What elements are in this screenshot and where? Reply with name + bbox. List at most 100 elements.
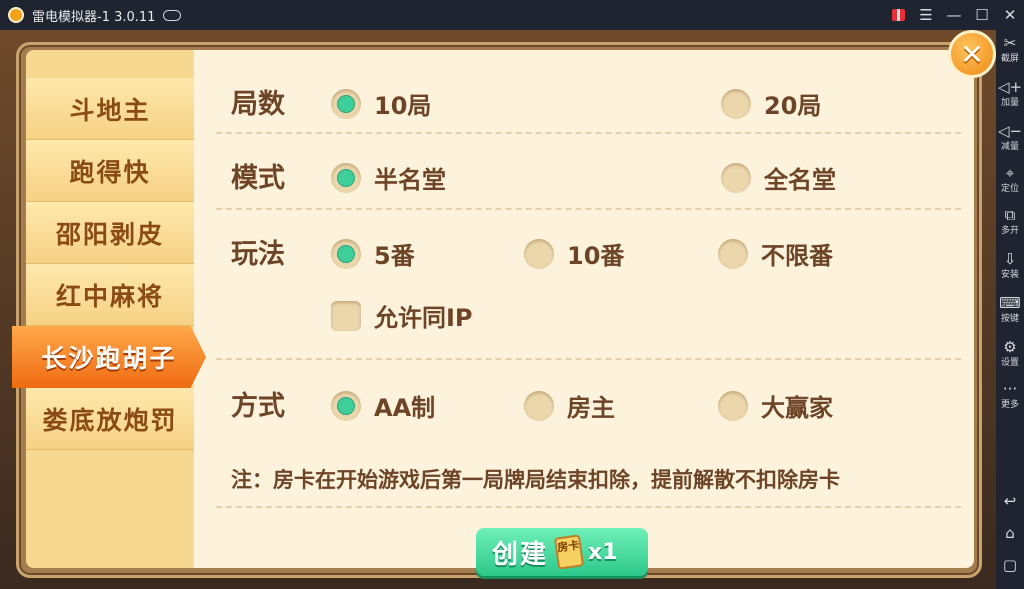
room-card-count: x1 <box>588 539 618 565</box>
allow-same-ip-option[interactable]: 允许同IP <box>331 298 473 333</box>
radio-selected[interactable] <box>331 390 361 421</box>
game-type-menu: 斗地主 跑得快 邵阳剥皮 红中麻将 娄底放炮罚 <box>26 50 194 568</box>
scissors-icon: ✂ <box>1003 34 1017 52</box>
radio-unselected[interactable] <box>718 390 748 421</box>
option-label: 5番 <box>374 242 415 270</box>
sidebar-item-label: 加量 <box>1000 98 1019 108</box>
radio-unselected[interactable] <box>524 390 554 421</box>
payment-option-aa[interactable]: AA制 <box>331 388 435 423</box>
sidebar-item-volume-down[interactable]: ◁− 减量 <box>996 122 1024 152</box>
sidebar-item-settings[interactable]: ⚙ 设置 <box>996 338 1024 368</box>
minimize-icon: — <box>946 6 962 24</box>
option-label: 10番 <box>567 242 625 270</box>
keyboard-icon: ⌨ <box>999 294 1021 312</box>
close-window-button[interactable]: ✕ <box>996 0 1024 30</box>
gift-icon <box>891 9 905 21</box>
sidebar-item-label: 更多 <box>1000 400 1019 410</box>
gamepad-icon[interactable] <box>163 9 182 21</box>
payment-option-winner[interactable]: 大赢家 <box>718 388 833 423</box>
payment-option-host[interactable]: 房主 <box>524 388 615 423</box>
play-option-10fan[interactable]: 10番 <box>524 236 624 271</box>
option-label: 允许同IP <box>374 304 473 332</box>
mode-option-half[interactable]: 半名堂 <box>331 160 446 195</box>
more-dots-icon: ··· <box>1002 380 1018 398</box>
nav-back-button[interactable]: ↩ <box>996 492 1024 512</box>
option-label: 大赢家 <box>761 394 833 422</box>
room-card-note: 注：房卡在开始游戏后第一局牌局结束扣除，提前解散不扣除房卡 <box>231 468 840 492</box>
location-pin-icon: ⌖ <box>1005 164 1015 182</box>
recent-apps-icon: ▢ <box>1002 556 1018 574</box>
option-label: 20局 <box>764 92 822 120</box>
mode-option-full[interactable]: 全名堂 <box>721 160 836 195</box>
sidebar-item-keymap[interactable]: ⌨ 按键 <box>996 294 1024 324</box>
back-icon: ↩ <box>1003 492 1017 510</box>
allow-same-ip-checkbox[interactable] <box>331 300 361 331</box>
emulator-logo-icon <box>8 7 24 23</box>
radio-selected[interactable] <box>331 88 361 119</box>
option-label: 不限番 <box>761 242 833 270</box>
sidebar-item-location[interactable]: ⌖ 定位 <box>996 164 1024 194</box>
divider <box>216 506 961 508</box>
menu-item-paodekuai[interactable]: 跑得快 <box>26 140 194 202</box>
radio-selected[interactable] <box>331 162 361 193</box>
room-card-icon: 房卡 <box>553 534 585 570</box>
sidebar-item-label: 设置 <box>1000 358 1019 368</box>
volume-up-icon: ◁+ <box>997 78 1023 96</box>
multi-window-icon: ⧉ <box>1004 206 1016 224</box>
menu-item-loudi-fangpaofa[interactable]: 娄底放炮罚 <box>26 388 194 450</box>
menu-item-doudizhu[interactable]: 斗地主 <box>26 78 194 140</box>
create-room-button[interactable]: 创建 房卡 x1 <box>476 528 648 576</box>
sidebar-item-label: 安装 <box>1000 270 1019 280</box>
volume-down-icon: ◁− <box>997 122 1023 140</box>
option-label: 半名堂 <box>374 166 446 194</box>
sidebar-item-install[interactable]: ⇩ 安装 <box>996 250 1024 280</box>
create-label: 创建 <box>492 539 549 570</box>
mode-label: 模式 <box>231 163 285 194</box>
close-icon: ✕ <box>960 37 984 71</box>
sidebar-item-volume-up[interactable]: ◁+ 加量 <box>996 78 1024 108</box>
option-label: AA制 <box>374 394 436 422</box>
play-option-5fan[interactable]: 5番 <box>331 236 415 271</box>
menu-item-shaoyang-bopi[interactable]: 邵阳剥皮 <box>26 202 194 264</box>
emulator-titlebar: 雷电模拟器-1 3.0.11 ☰ — ☐ ✕ <box>0 0 1024 30</box>
sidebar-item-more[interactable]: ··· 更多 <box>996 380 1024 410</box>
game-area: 斗地主 跑得快 邵阳剥皮 红中麻将 娄底放炮罚 长沙跑胡子 局数 10局 20局… <box>0 30 996 589</box>
sidebar-item-screenshot[interactable]: ✂ 截屏 <box>996 34 1024 64</box>
rounds-option-20[interactable]: 20局 <box>721 86 821 121</box>
emulator-sidebar: ✂ 截屏 ◁+ 加量 ◁− 减量 ⌖ 定位 ⧉ 多开 ⇩ 安装 ⌨ 按键 ⚙ 设… <box>996 30 1024 589</box>
menu-icon: ☰ <box>919 6 933 24</box>
option-label: 房主 <box>567 394 615 422</box>
menu-item-changsha-paohuzi[interactable]: 长沙跑胡子 <box>12 326 206 388</box>
minimize-button[interactable]: — <box>940 0 968 30</box>
home-icon: ⌂ <box>1005 524 1015 542</box>
nav-recent-button[interactable]: ▢ <box>996 556 1024 576</box>
close-panel-button[interactable]: ✕ <box>948 30 996 78</box>
sidebar-item-label: 定位 <box>1000 184 1019 194</box>
nav-home-button[interactable]: ⌂ <box>996 524 1024 544</box>
radio-unselected[interactable] <box>718 238 748 269</box>
gift-button[interactable] <box>884 0 912 30</box>
settings-gear-icon: ⚙ <box>1003 338 1017 356</box>
rounds-option-10[interactable]: 10局 <box>331 86 431 121</box>
sidebar-item-label: 按键 <box>1000 314 1019 324</box>
sidebar-item-label: 截屏 <box>1000 54 1019 64</box>
menu-button[interactable]: ☰ <box>912 0 940 30</box>
maximize-button[interactable]: ☐ <box>968 0 996 30</box>
option-label: 10局 <box>374 92 432 120</box>
radio-unselected[interactable] <box>721 162 751 193</box>
menu-item-hongzhong-majiang[interactable]: 红中麻将 <box>26 264 194 326</box>
panel-content: 斗地主 跑得快 邵阳剥皮 红中麻将 娄底放炮罚 长沙跑胡子 局数 10局 20局… <box>12 50 974 576</box>
maximize-icon: ☐ <box>975 6 989 24</box>
radio-unselected[interactable] <box>721 88 751 119</box>
option-label: 全名堂 <box>764 166 836 194</box>
close-icon: ✕ <box>1003 6 1017 24</box>
divider <box>216 208 961 210</box>
rounds-label: 局数 <box>231 89 285 120</box>
play-option-unlimited[interactable]: 不限番 <box>718 236 833 271</box>
radio-selected[interactable] <box>331 238 361 269</box>
play-label: 玩法 <box>231 239 285 270</box>
window-title: 雷电模拟器-1 3.0.11 <box>32 9 156 25</box>
payment-label: 方式 <box>231 391 285 422</box>
sidebar-item-multi-instance[interactable]: ⧉ 多开 <box>996 206 1024 236</box>
radio-unselected[interactable] <box>524 238 554 269</box>
